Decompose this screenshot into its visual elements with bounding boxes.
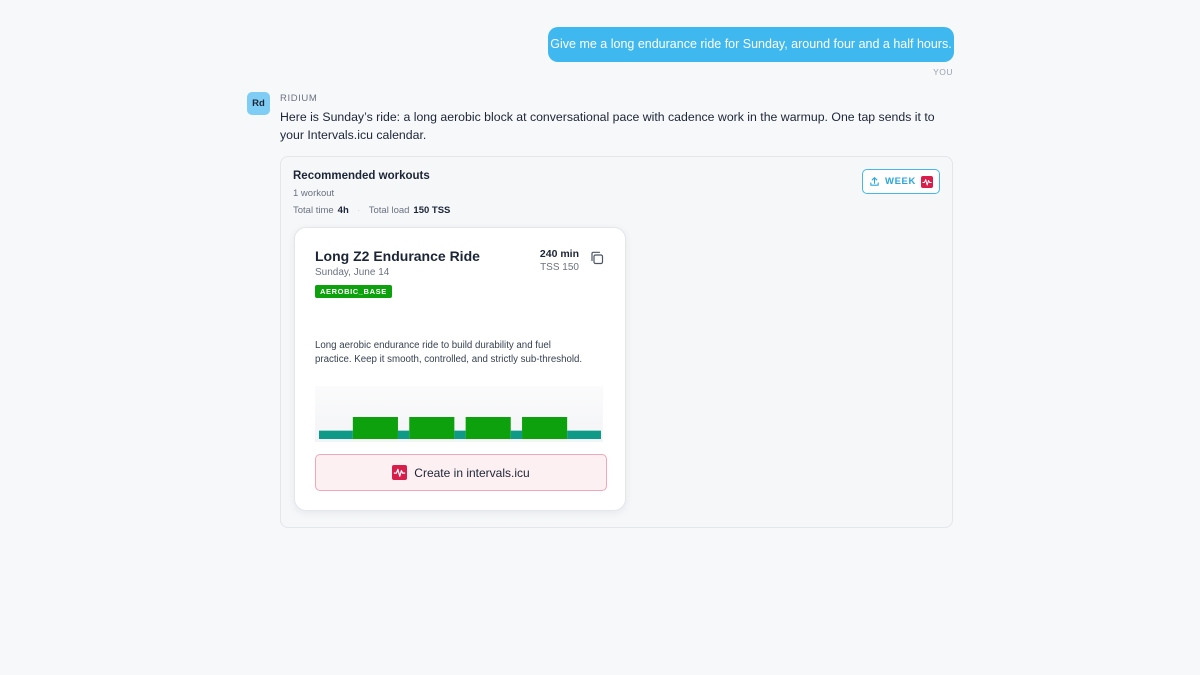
profile-segment-base: [454, 430, 466, 439]
workout-tss: TSS 150: [540, 262, 579, 273]
create-button-label: Create in intervals.icu: [414, 465, 530, 480]
workout-date: Sunday, June 14: [315, 267, 390, 278]
profile-segment-base: [510, 430, 523, 439]
workout-title: Long Z2 Endurance Ride: [315, 248, 480, 264]
total-load-value: 150 TSS: [413, 205, 451, 216]
workout-count: 1 workout: [293, 188, 335, 199]
assistant-avatar: Rd: [247, 92, 270, 115]
intervals-logo-icon: [392, 465, 408, 480]
copy-icon: [591, 251, 604, 265]
assistant-sender-label: RIDIUM: [280, 93, 318, 104]
assistant-message: Here is Sunday’s ride: a long aerobic bl…: [280, 110, 935, 142]
user-message-bubble: Give me a long endurance ride for Sunday…: [548, 27, 954, 62]
stat-separator: ·: [357, 205, 361, 216]
profile-segment-block: [465, 417, 511, 439]
profile-segment-base: [567, 430, 601, 439]
workout-description: Long aerobic endurance ride to build dur…: [315, 340, 583, 365]
panel-stats: Total time 4h · Total load 150 TSS: [293, 205, 450, 216]
total-time-label: Total time: [293, 205, 334, 216]
profile-segment-base: [319, 430, 353, 439]
copy-button[interactable]: [589, 250, 605, 266]
create-in-intervals-button[interactable]: Create in intervals.icu: [315, 454, 607, 491]
recommended-workouts-panel: Recommended workouts 1 workout Total tim…: [280, 156, 953, 528]
workout-profile-chart: [315, 386, 603, 442]
total-time-value: 4h: [337, 205, 349, 216]
intervals-logo-icon: [920, 175, 933, 188]
workout-type-badge: AEROBIC_BASE: [315, 285, 392, 298]
profile-segment-block: [522, 417, 568, 439]
upload-icon: [870, 177, 879, 186]
profile-segment-base: [397, 430, 410, 439]
workout-profile-svg: [319, 417, 601, 439]
week-button-label: WEEK: [885, 176, 916, 187]
user-sender-label: YOU: [933, 67, 953, 77]
workout-card: Long Z2 Endurance Ride Sunday, June 14 A…: [294, 227, 626, 511]
workout-duration: 240 min: [539, 248, 579, 260]
total-load-label: Total load: [368, 205, 410, 216]
panel-title: Recommended workouts: [293, 170, 430, 182]
profile-segment-block: [409, 417, 455, 439]
week-export-button[interactable]: WEEK: [862, 169, 940, 194]
profile-segment-block: [352, 417, 398, 439]
